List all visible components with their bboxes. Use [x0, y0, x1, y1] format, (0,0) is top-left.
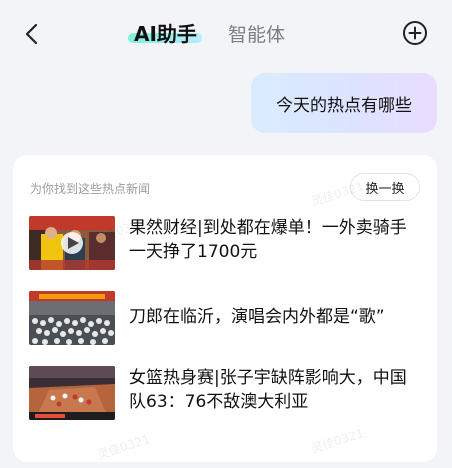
news-title: 刀郎在临沂，演唱会内外都是“歌” — [129, 307, 385, 327]
news-thumbnail — [29, 291, 115, 345]
news-title: 女篮热身赛|张子宇缺阵影响大，中国队63：76不敌澳大利亚 — [129, 368, 407, 412]
tab-ai-assistant[interactable]: AI助手 — [134, 18, 197, 47]
back-button[interactable] — [18, 20, 46, 48]
news-thumbnail — [29, 216, 115, 270]
user-message-bubble: 今天的热点有哪些 — [251, 73, 437, 133]
news-item[interactable]: 女篮热身赛|张子宇缺阵影响大，中国队63：76不敌澳大利亚 — [29, 366, 425, 422]
news-title: 果然财经|到处都在爆单！一外卖骑手一天挣了1700元 — [129, 218, 407, 262]
user-message-text: 今天的热点有哪些 — [276, 95, 412, 116]
video-thumbnail-crowd — [29, 216, 115, 270]
basketball-thumbnail — [29, 366, 115, 420]
new-chat-button[interactable] — [402, 20, 428, 46]
news-item[interactable]: 果然财经|到处都在爆单！一外卖骑手一天挣了1700元 — [29, 216, 425, 272]
concert-thumbnail — [29, 291, 115, 345]
top-bar: AI助手 智能体 — [0, 0, 452, 64]
chevron-left-icon — [25, 23, 38, 45]
news-item[interactable]: 刀郎在临沂，演唱会内外都是“歌” — [29, 291, 425, 347]
plus-circle-icon — [403, 21, 427, 45]
refresh-button[interactable]: 换一换 — [350, 173, 420, 201]
tab-agents[interactable]: 智能体 — [228, 20, 285, 47]
news-card: 为你找到这些热点新闻 换一换 果然财经|到处都在爆单！一外卖骑手一天挣了1700… — [13, 155, 437, 462]
news-card-hint: 为你找到这些热点新闻 — [30, 182, 151, 196]
news-thumbnail — [29, 366, 115, 420]
